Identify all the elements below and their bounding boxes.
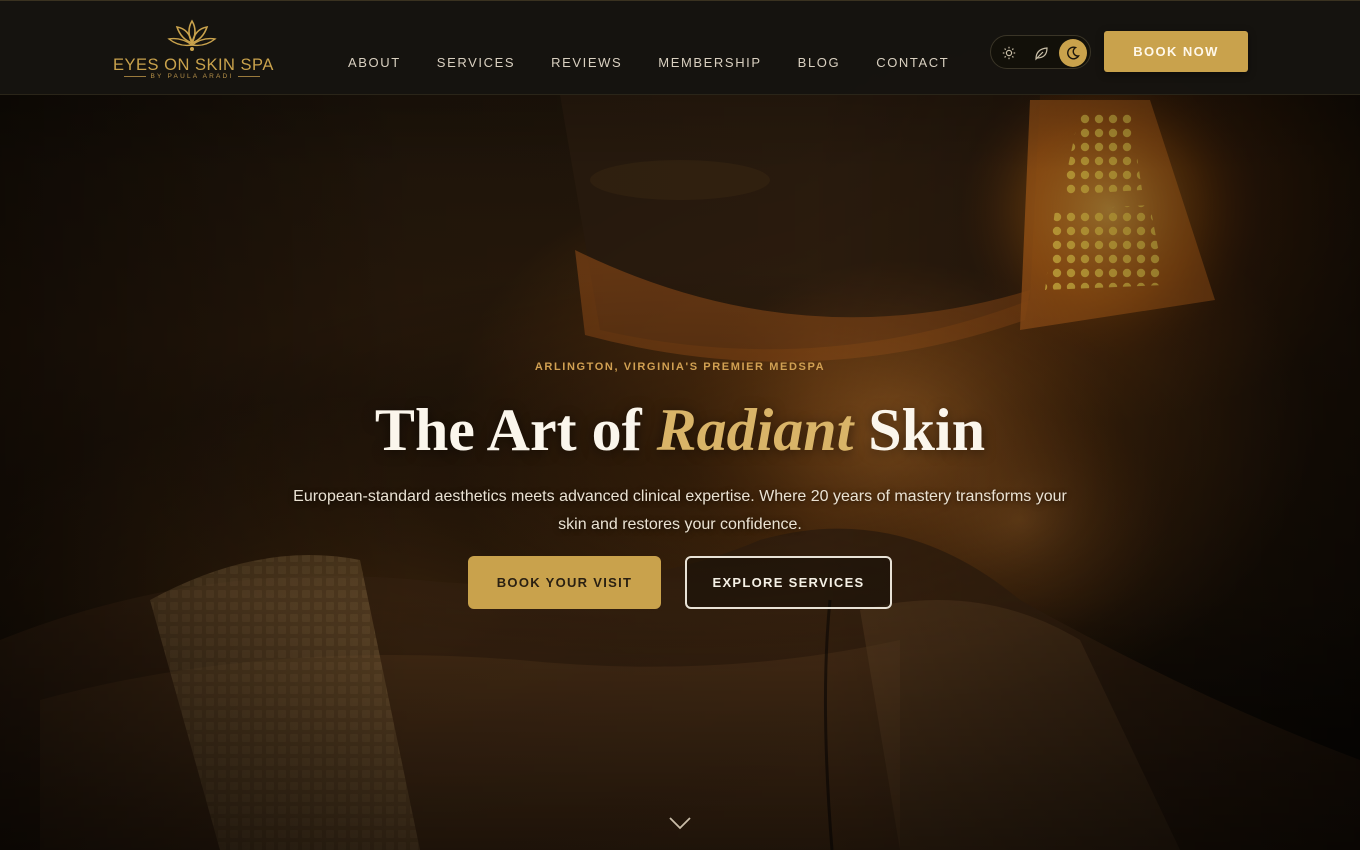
dark-theme-button[interactable] — [1059, 39, 1087, 67]
light-theme-button[interactable] — [995, 39, 1023, 67]
nav-item-membership[interactable]: MEMBERSHIP — [658, 54, 761, 72]
brand-tagline: BY PAULA ARADI — [113, 73, 271, 80]
headline-part: The Art of — [374, 397, 657, 463]
book-now-button[interactable]: BOOK NOW — [1104, 31, 1248, 72]
hero-section: ARLINGTON, VIRGINIA'S PREMIER MEDSPA The… — [0, 0, 1360, 850]
main-nav: ABOUT SERVICES REVIEWS MEMBERSHIP BLOG C… — [348, 54, 985, 72]
site-header: EYES ON SKIN SPA BY PAULA ARADI ABOUT SE… — [0, 0, 1360, 95]
book-your-visit-button[interactable]: BOOK YOUR VISIT — [468, 556, 661, 609]
hero-eyebrow: ARLINGTON, VIRGINIA'S PREMIER MEDSPA — [534, 361, 826, 373]
lotus-icon — [167, 19, 217, 51]
nav-item-services[interactable]: SERVICES — [437, 54, 515, 72]
sun-icon — [1002, 46, 1016, 60]
headline-accent: Radiant — [656, 397, 854, 463]
nav-item-contact[interactable]: CONTACT — [876, 54, 949, 72]
nav-item-reviews[interactable]: REVIEWS — [551, 54, 622, 72]
leaf-icon — [1034, 46, 1048, 60]
hero-description: European-standard aesthetics meets advan… — [293, 488, 1067, 533]
theme-switcher — [990, 35, 1091, 69]
chevron-down-icon[interactable] — [668, 815, 692, 831]
headline-part: Skin — [853, 397, 986, 463]
explore-services-button[interactable]: EXPLORE SERVICES — [685, 556, 892, 609]
nav-item-blog[interactable]: BLOG — [798, 54, 841, 72]
hero-headline: The Art of Radiant Skin — [0, 388, 1360, 472]
nature-theme-button[interactable] — [1027, 39, 1055, 67]
brand-logo[interactable]: EYES ON SKIN SPA BY PAULA ARADI — [113, 19, 273, 83]
moon-icon — [1067, 46, 1080, 60]
nav-item-about[interactable]: ABOUT — [348, 54, 401, 72]
